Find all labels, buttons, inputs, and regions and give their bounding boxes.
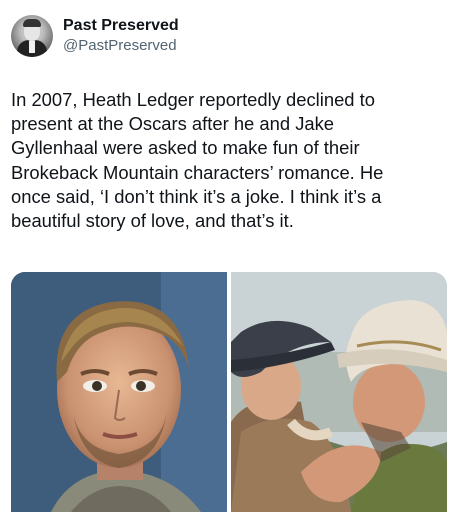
post-header: Past Preserved @PastPreserved bbox=[11, 11, 179, 61]
post-text: In 2007, Heath Ledger reportedly decline… bbox=[11, 89, 384, 232]
author-block: Past Preserved @PastPreserved bbox=[63, 16, 179, 56]
portrait-photo-icon bbox=[11, 272, 227, 512]
avatar-collar-shape bbox=[29, 41, 35, 53]
handle[interactable]: @PastPreserved bbox=[63, 36, 179, 56]
media-grid bbox=[11, 272, 447, 512]
display-name[interactable]: Past Preserved bbox=[63, 16, 179, 36]
avatar[interactable] bbox=[11, 15, 53, 57]
avatar-hair-shape bbox=[23, 19, 41, 27]
photo-left[interactable] bbox=[11, 272, 227, 512]
photo-right[interactable] bbox=[231, 272, 447, 512]
film-still-photo-icon bbox=[231, 272, 447, 512]
